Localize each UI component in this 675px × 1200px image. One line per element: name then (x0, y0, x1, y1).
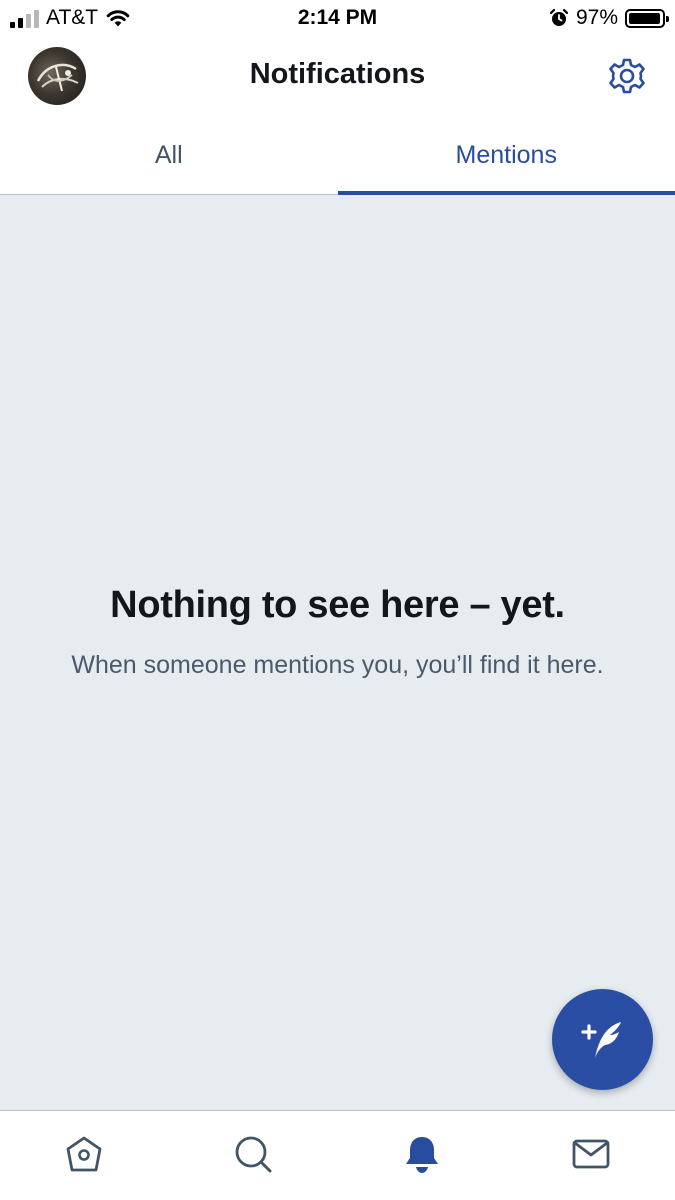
nav-home[interactable] (0, 1111, 169, 1200)
nav-messages[interactable] (506, 1111, 675, 1200)
nav-search[interactable] (169, 1111, 338, 1200)
notifications-screen: AT&T 2:14 PM 97% Notifications All Menti… (0, 0, 675, 1200)
settings-button[interactable] (607, 56, 647, 96)
nav-notifications[interactable] (338, 1111, 507, 1200)
empty-state-title: Nothing to see here – yet. (110, 584, 565, 626)
status-right: 97% (549, 6, 669, 30)
status-bar: AT&T 2:14 PM 97% (0, 0, 675, 38)
battery-icon (625, 8, 669, 28)
empty-state: Nothing to see here – yet. When someone … (40, 584, 635, 682)
mail-icon (572, 1139, 610, 1168)
app-header: Notifications (0, 38, 675, 113)
bell-icon (405, 1136, 438, 1173)
empty-state-subtitle: When someone mentions you, you’ll find i… (71, 651, 604, 679)
notification-tabs: All Mentions (0, 113, 675, 195)
bottom-nav (0, 1110, 675, 1200)
battery-percent: 97% (575, 6, 618, 29)
compose-button[interactable] (552, 989, 653, 1090)
tab-mentions[interactable]: Mentions (337, 113, 675, 195)
gear-icon (609, 58, 645, 94)
page-title: Notifications (249, 58, 426, 90)
alarm-icon (549, 8, 569, 26)
compose-feather-plus-icon (580, 1021, 621, 1058)
home-icon (66, 1136, 102, 1171)
battery-fill (629, 12, 661, 24)
tab-all[interactable]: All (0, 113, 338, 194)
search-icon (235, 1136, 272, 1172)
